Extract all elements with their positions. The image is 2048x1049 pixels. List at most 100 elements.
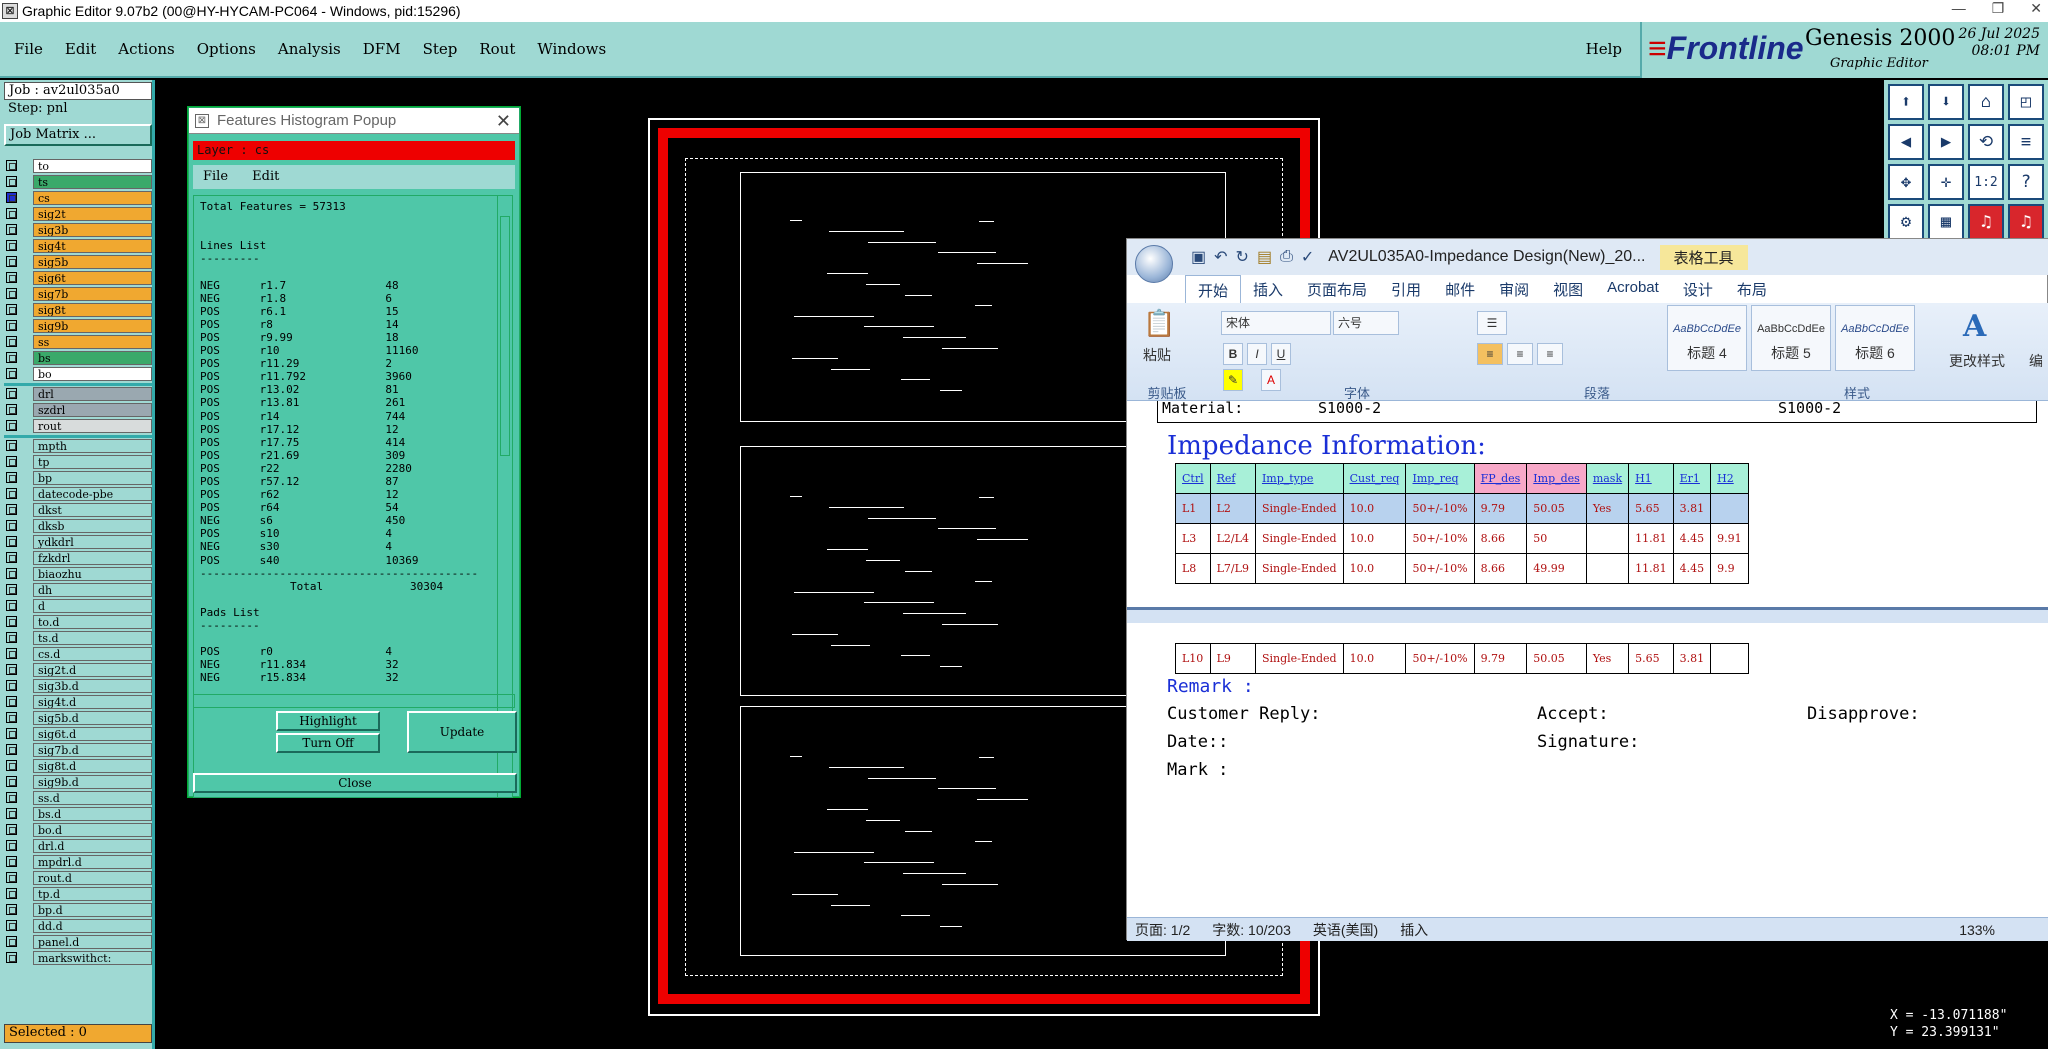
layer-name[interactable]: bp — [33, 470, 152, 485]
layer-name[interactable]: sig4t.d — [33, 694, 152, 709]
layer-name[interactable]: dd.d — [33, 918, 152, 933]
layer-checkbox[interactable] — [6, 664, 17, 675]
tab-acrobat[interactable]: Acrobat — [1595, 275, 1671, 303]
table-cell[interactable]: 50+/-10% — [1405, 523, 1475, 554]
layer-checkbox[interactable] — [6, 632, 17, 643]
layer-name[interactable]: drl — [33, 386, 152, 401]
layer-name[interactable]: bp.d — [33, 902, 152, 917]
layer-checkbox[interactable] — [6, 456, 17, 467]
layer-checkbox[interactable] — [6, 272, 17, 283]
layer-checkbox[interactable] — [6, 472, 17, 483]
italic-button[interactable]: I — [1247, 343, 1267, 365]
layer-checkbox[interactable] — [6, 368, 17, 379]
table-cell[interactable]: L9 — [1209, 643, 1256, 674]
menu-step[interactable]: Step — [423, 40, 458, 58]
insert-mode[interactable]: 插入 — [1400, 920, 1428, 940]
home-icon[interactable]: ⌂ — [1968, 84, 2004, 120]
table-cell[interactable]: L10 — [1175, 643, 1211, 674]
layer-row-misc[interactable]: sig6t.d — [6, 726, 152, 741]
layer-name[interactable]: to — [33, 158, 152, 173]
layer-row-misc[interactable]: dh — [6, 582, 152, 597]
table-cell[interactable]: 5.65 — [1628, 643, 1674, 674]
layer-name[interactable]: sig8t — [33, 302, 152, 317]
layer-name[interactable]: dkst — [33, 502, 152, 517]
layer-row-board[interactable]: to — [6, 158, 152, 173]
table-row[interactable]: L10 L9 Single-Ended 10.0 50+/-10% 9.79 50.05 Ye… — [1175, 643, 1749, 674]
help-icon[interactable]: ? — [2008, 164, 2044, 200]
layer-checkbox[interactable] — [6, 808, 17, 819]
table-cell[interactable]: 50 — [1526, 523, 1587, 554]
layer-row-misc[interactable]: sig4t.d — [6, 694, 152, 709]
layer-row-misc[interactable]: sig5b.d — [6, 710, 152, 725]
layer-row-misc[interactable]: ts.d — [6, 630, 152, 645]
undo-icon[interactable]: ↶ — [1214, 247, 1227, 267]
layer-row-board[interactable]: sig5b — [6, 254, 152, 269]
layer-row-misc[interactable]: sig9b.d — [6, 774, 152, 789]
tab-review[interactable]: 审阅 — [1487, 275, 1541, 303]
layer-row-misc[interactable]: tp.d — [6, 886, 152, 901]
layer-checkbox[interactable] — [6, 320, 17, 331]
layer-row-misc[interactable]: biaozhu — [6, 566, 152, 581]
layer-checkbox[interactable] — [6, 728, 17, 739]
tab-mailings[interactable]: 邮件 — [1433, 275, 1487, 303]
layer-row-board[interactable]: sig2t — [6, 206, 152, 221]
office-button[interactable] — [1135, 245, 1173, 283]
layer-row-board[interactable]: ts — [6, 174, 152, 189]
redraw-icon[interactable]: ⟲ — [1968, 124, 2004, 160]
layer-name[interactable]: fzkdrl — [33, 550, 152, 565]
update-button[interactable]: Update — [407, 711, 517, 753]
layers-icon[interactable]: ♫ — [1968, 204, 2004, 240]
layer-name[interactable]: rout.d — [33, 870, 152, 885]
layer-row-misc[interactable]: panel.d — [6, 934, 152, 949]
table-cell[interactable]: 8.66 — [1473, 553, 1528, 584]
grid-icon[interactable]: ▦ — [1928, 204, 1964, 240]
table-cell[interactable]: L1 — [1175, 493, 1211, 524]
layer-name[interactable]: dksb — [33, 518, 152, 533]
layer-row-misc[interactable]: to.d — [6, 614, 152, 629]
layer-checkbox[interactable] — [6, 712, 17, 723]
layer-row-misc[interactable]: fzkdrl — [6, 550, 152, 565]
menu-dfm[interactable]: DFM — [363, 40, 401, 58]
pan-right-icon[interactable]: ▶ — [1928, 124, 1964, 160]
style-heading-4[interactable]: AaBbCcDdEe 标题 4 — [1667, 305, 1747, 371]
layer-checkbox[interactable] — [6, 744, 17, 755]
layer-name[interactable]: sig8t.d — [33, 758, 152, 773]
layer-row-misc[interactable]: sig7b.d — [6, 742, 152, 757]
align-center-button[interactable]: ≡ — [1507, 343, 1533, 365]
close-button[interactable]: ✕ — [2030, 0, 2042, 17]
layer-name[interactable]: bo — [33, 366, 152, 381]
layer-row-misc[interactable]: drl.d — [6, 838, 152, 853]
layer-row-board[interactable]: sig3b — [6, 222, 152, 237]
bold-button[interactable]: B — [1223, 343, 1243, 365]
layer-checkbox[interactable] — [6, 840, 17, 851]
table-cell[interactable]: 9.9 — [1710, 553, 1749, 584]
layer-checkbox[interactable] — [6, 304, 17, 315]
layer-checkbox[interactable] — [6, 888, 17, 899]
layer-name[interactable]: datecode-pbe — [33, 486, 152, 501]
layer-name[interactable]: ss — [33, 334, 152, 349]
tab-layout[interactable]: 布局 — [1725, 275, 1779, 303]
table-row[interactable]: L8 L7/L9 Single-Ended 10.0 50+/-10% 8.66 49.99… — [1175, 553, 1749, 584]
layer-name[interactable]: ts.d — [33, 630, 152, 645]
layer-name[interactable]: ydkdrl — [33, 534, 152, 549]
table-row[interactable]: L3 L2/L4 Single-Ended 10.0 50+/-10% 8.66 50 11.… — [1175, 523, 1749, 554]
layer-checkbox[interactable] — [6, 648, 17, 659]
tab-home[interactable]: 开始 — [1185, 275, 1242, 303]
layer-checkbox[interactable] — [6, 288, 17, 299]
table-cell[interactable]: 4.45 — [1672, 523, 1712, 554]
layer-name[interactable]: tp.d — [33, 886, 152, 901]
layer-name[interactable]: bs — [33, 350, 152, 365]
table-cell[interactable]: 49.99 — [1526, 553, 1587, 584]
layer-checkbox[interactable] — [6, 856, 17, 867]
zoom-level[interactable]: 133% — [1959, 922, 1995, 938]
layer-name[interactable]: sig5b — [33, 254, 152, 269]
layer-row-board[interactable]: ss — [6, 334, 152, 349]
style-heading-6[interactable]: AaBbCcDdEe 标题 6 — [1835, 305, 1915, 371]
layer-row-board[interactable]: bs — [6, 350, 152, 365]
table-cell[interactable]: Single-Ended — [1254, 643, 1344, 674]
open-icon[interactable]: ▤ — [1257, 247, 1272, 267]
layer-row-misc[interactable]: mpth — [6, 438, 152, 453]
layer-row-misc[interactable]: bs.d — [6, 806, 152, 821]
layer-row-misc[interactable]: mpdrl.d — [6, 854, 152, 869]
layer-checkbox[interactable] — [6, 568, 17, 579]
